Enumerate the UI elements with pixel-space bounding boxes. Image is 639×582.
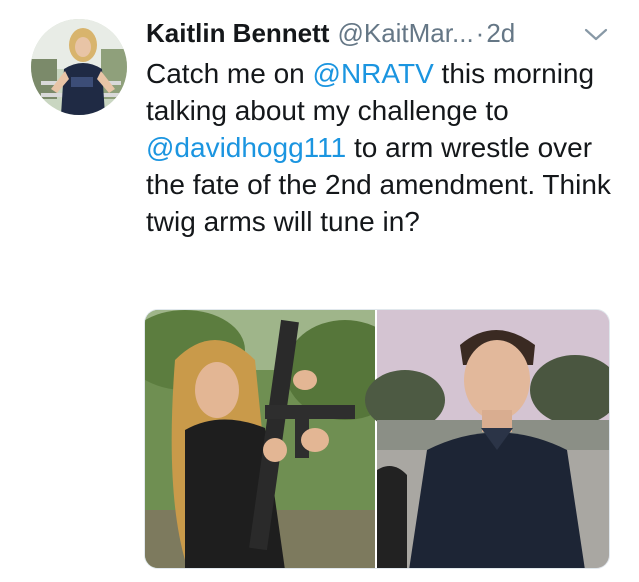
media-photo-right [365,310,609,568]
tweet-text: Catch me on @NRATV this morning talking … [146,55,616,240]
chevron-down-icon[interactable] [583,26,609,44]
display-name[interactable]: Kaitlin Bennett [146,15,329,51]
separator-dot: · [475,18,485,48]
mention-link-nratv[interactable]: @NRATV [313,58,434,89]
user-handle[interactable]: @KaitMar... [337,15,473,51]
tweet-text-segment: Catch me on [146,58,313,89]
tweet-media[interactable] [144,309,610,569]
avatar[interactable] [31,19,127,115]
mention-link-davidhogg111[interactable]: @davidhogg111 [146,132,346,163]
media-photo-left [145,310,405,568]
tweet-header: Kaitlin Bennett @KaitMar... · 2d [146,15,515,51]
timestamp[interactable]: 2d [486,15,515,51]
